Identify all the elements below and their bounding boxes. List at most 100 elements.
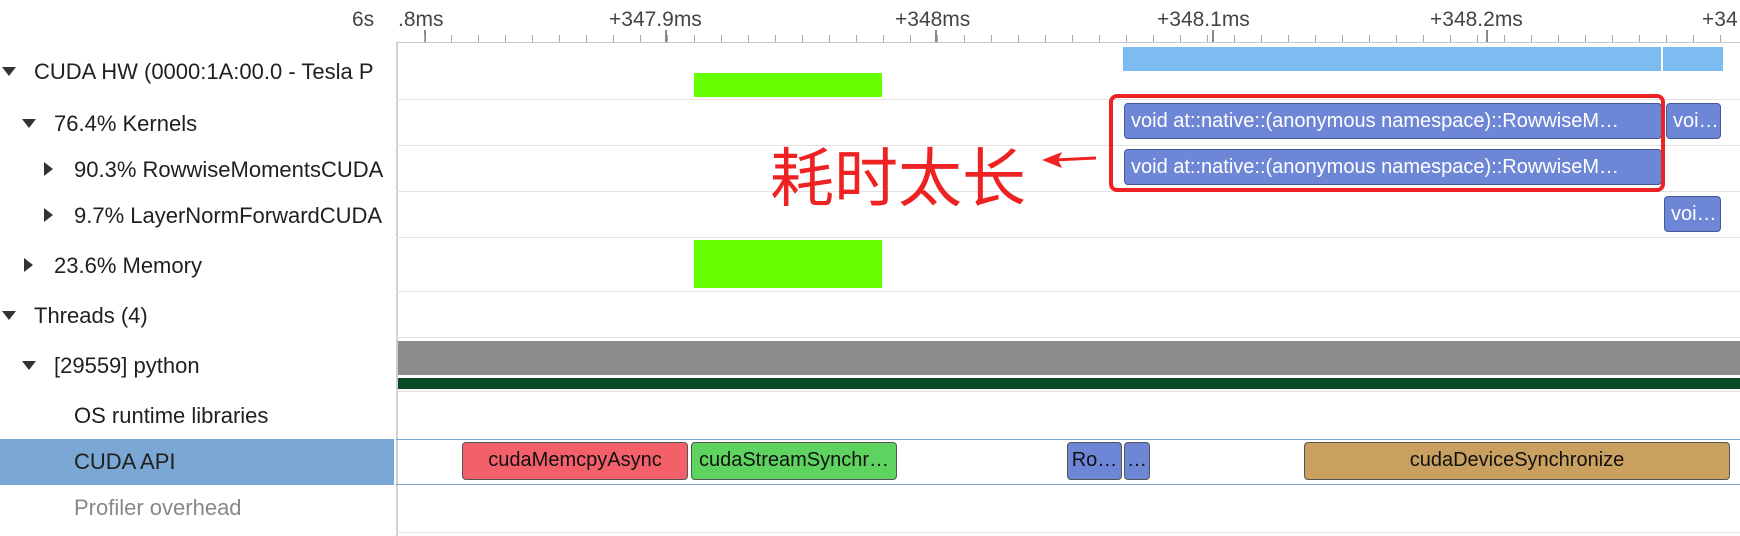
ruler-minor-tick — [1639, 35, 1640, 42]
ruler-minor-tick — [1531, 35, 1532, 42]
ruler-minor-tick — [1558, 35, 1559, 42]
tree-row-threads[interactable]: Threads (4) — [0, 296, 396, 336]
tree-row-memory[interactable]: 23.6% Memory — [0, 246, 396, 286]
api-call-small[interactable]: … — [1124, 442, 1150, 480]
highlight-box — [1109, 94, 1665, 192]
collapse-triangle-icon[interactable] — [44, 208, 53, 222]
ruler-tick-label: +348ms — [895, 8, 971, 31]
cuda-hw-activity-bar[interactable] — [1663, 47, 1723, 71]
memory-activity-bar[interactable] — [694, 240, 882, 288]
api-call-stream-sync[interactable]: cudaStreamSynchr… — [691, 442, 897, 480]
ruler-minor-tick — [1666, 35, 1667, 42]
ruler-minor-tick — [1261, 35, 1262, 42]
expand-triangle-icon[interactable] — [22, 119, 36, 128]
memory-activity-bar[interactable] — [694, 73, 882, 97]
ruler-major-tick — [1486, 30, 1488, 42]
tree-row-layernorm[interactable]: 9.7% LayerNormForwardCUDA — [0, 196, 396, 236]
ruler-minor-tick — [478, 35, 479, 42]
ruler-tick-label: +348.2ms — [1430, 8, 1523, 31]
api-call-rowwise[interactable]: Ro… — [1067, 442, 1122, 480]
cuda-hw-activity-bar[interactable] — [1123, 47, 1661, 71]
ruler-minor-tick — [748, 35, 749, 42]
tree-row-label: CUDA API — [74, 449, 176, 474]
tree-row-python-thread[interactable]: [29559] python — [0, 346, 396, 386]
ruler-minor-tick — [586, 35, 587, 42]
ruler-minor-tick — [1342, 35, 1343, 42]
annotation-text: 耗时太长 — [770, 143, 1026, 217]
ruler-minor-tick — [1477, 35, 1478, 42]
ruler-minor-tick — [1720, 35, 1721, 42]
ruler-minor-tick — [775, 35, 776, 42]
expand-triangle-icon[interactable] — [2, 311, 16, 320]
tree-row-label: [29559] python — [54, 353, 200, 378]
ruler-minor-tick — [910, 35, 911, 42]
api-call-device-sync[interactable]: cudaDeviceSynchronize — [1304, 442, 1730, 480]
timeline-ruler[interactable]: 6s .8ms +347.9ms +348ms +348.1ms +348.2m… — [0, 0, 1740, 43]
tree-row-cuda-api[interactable]: CUDA API — [0, 439, 394, 485]
kernel-bar-small[interactable]: voi… — [1666, 103, 1721, 139]
ruler-minor-tick — [1693, 35, 1694, 42]
ruler-minor-tick — [883, 35, 884, 42]
tree-row-os-runtime[interactable]: OS runtime libraries — [0, 396, 396, 436]
expand-triangle-icon[interactable] — [2, 67, 16, 76]
tree-row-label: 9.7% LayerNormForwardCUDA — [74, 203, 383, 228]
ruler-minor-tick — [802, 35, 803, 42]
ruler-minor-tick — [1369, 35, 1370, 42]
tree-row-profiler-overhead[interactable]: Profiler overhead — [0, 488, 396, 528]
annotation-arrow-icon — [1042, 152, 1097, 168]
thread-activity-bar[interactable] — [398, 341, 1740, 375]
ruler-minor-tick — [640, 35, 641, 42]
ruler-minor-tick — [1396, 35, 1397, 42]
row-divider — [396, 391, 1740, 392]
collapse-triangle-icon[interactable] — [44, 162, 53, 176]
ruler-minor-tick — [1207, 35, 1208, 42]
ruler-minor-tick — [991, 35, 992, 42]
tree-row-label: 90.3% RowwiseMomentsCUDA — [74, 157, 384, 182]
tree-row-label: OS runtime libraries — [74, 403, 269, 428]
ruler-minor-tick — [1018, 35, 1019, 42]
ruler-minor-tick — [1585, 35, 1586, 42]
ruler-minor-tick — [1612, 35, 1613, 42]
ruler-minor-tick — [937, 35, 938, 42]
ruler-corner-label: 6s — [352, 8, 375, 31]
ruler-minor-tick — [1504, 35, 1505, 42]
ruler-minor-tick — [532, 35, 533, 42]
ruler-minor-tick — [1126, 35, 1127, 42]
ruler-minor-tick — [1315, 35, 1316, 42]
thread-state-bar[interactable] — [398, 378, 1740, 389]
tree-row-label: 76.4% Kernels — [54, 111, 198, 136]
ruler-major-tick — [1212, 30, 1214, 42]
ruler-minor-tick — [1072, 35, 1073, 42]
ruler-tick-label: +347.9ms — [609, 8, 702, 31]
ruler-tick-label: .8ms — [398, 8, 444, 31]
ruler-minor-tick — [964, 35, 965, 42]
tree-row-label: 23.6% Memory — [54, 253, 202, 278]
ruler-minor-tick — [559, 35, 560, 42]
ruler-minor-tick — [694, 35, 695, 42]
tree-row-kernels[interactable]: 76.4% Kernels — [0, 104, 396, 144]
ruler-minor-tick — [424, 35, 425, 42]
ruler-minor-tick — [1450, 35, 1451, 42]
api-call-memcpy[interactable]: cudaMemcpyAsync — [462, 442, 688, 480]
collapse-triangle-icon[interactable] — [24, 258, 33, 272]
ruler-minor-tick — [1288, 35, 1289, 42]
ruler-minor-tick — [721, 35, 722, 42]
ruler-minor-tick — [505, 35, 506, 42]
expand-triangle-icon[interactable] — [22, 361, 36, 370]
ruler-minor-tick — [1234, 35, 1235, 42]
row-divider — [396, 237, 1740, 238]
tree-row-label: Threads (4) — [34, 303, 148, 328]
tree-row-label: Profiler overhead — [74, 495, 242, 520]
kernel-bar-small[interactable]: voi… — [1664, 196, 1721, 232]
ruler-minor-tick — [1099, 35, 1100, 42]
ruler-minor-tick — [667, 35, 668, 42]
ruler-minor-tick — [1045, 35, 1046, 42]
ruler-minor-tick — [1423, 35, 1424, 42]
tree-row-label: CUDA HW (0000:1A:00.0 - Tesla P — [34, 59, 374, 84]
tree-row-cuda-hw[interactable]: CUDA HW (0000:1A:00.0 - Tesla P — [0, 52, 396, 92]
ruler-minor-tick — [1153, 35, 1154, 42]
row-divider — [396, 532, 1740, 533]
row-divider — [396, 291, 1740, 292]
tree-row-rowwise-moments[interactable]: 90.3% RowwiseMomentsCUDA — [0, 150, 396, 190]
ruler-minor-tick — [829, 35, 830, 42]
